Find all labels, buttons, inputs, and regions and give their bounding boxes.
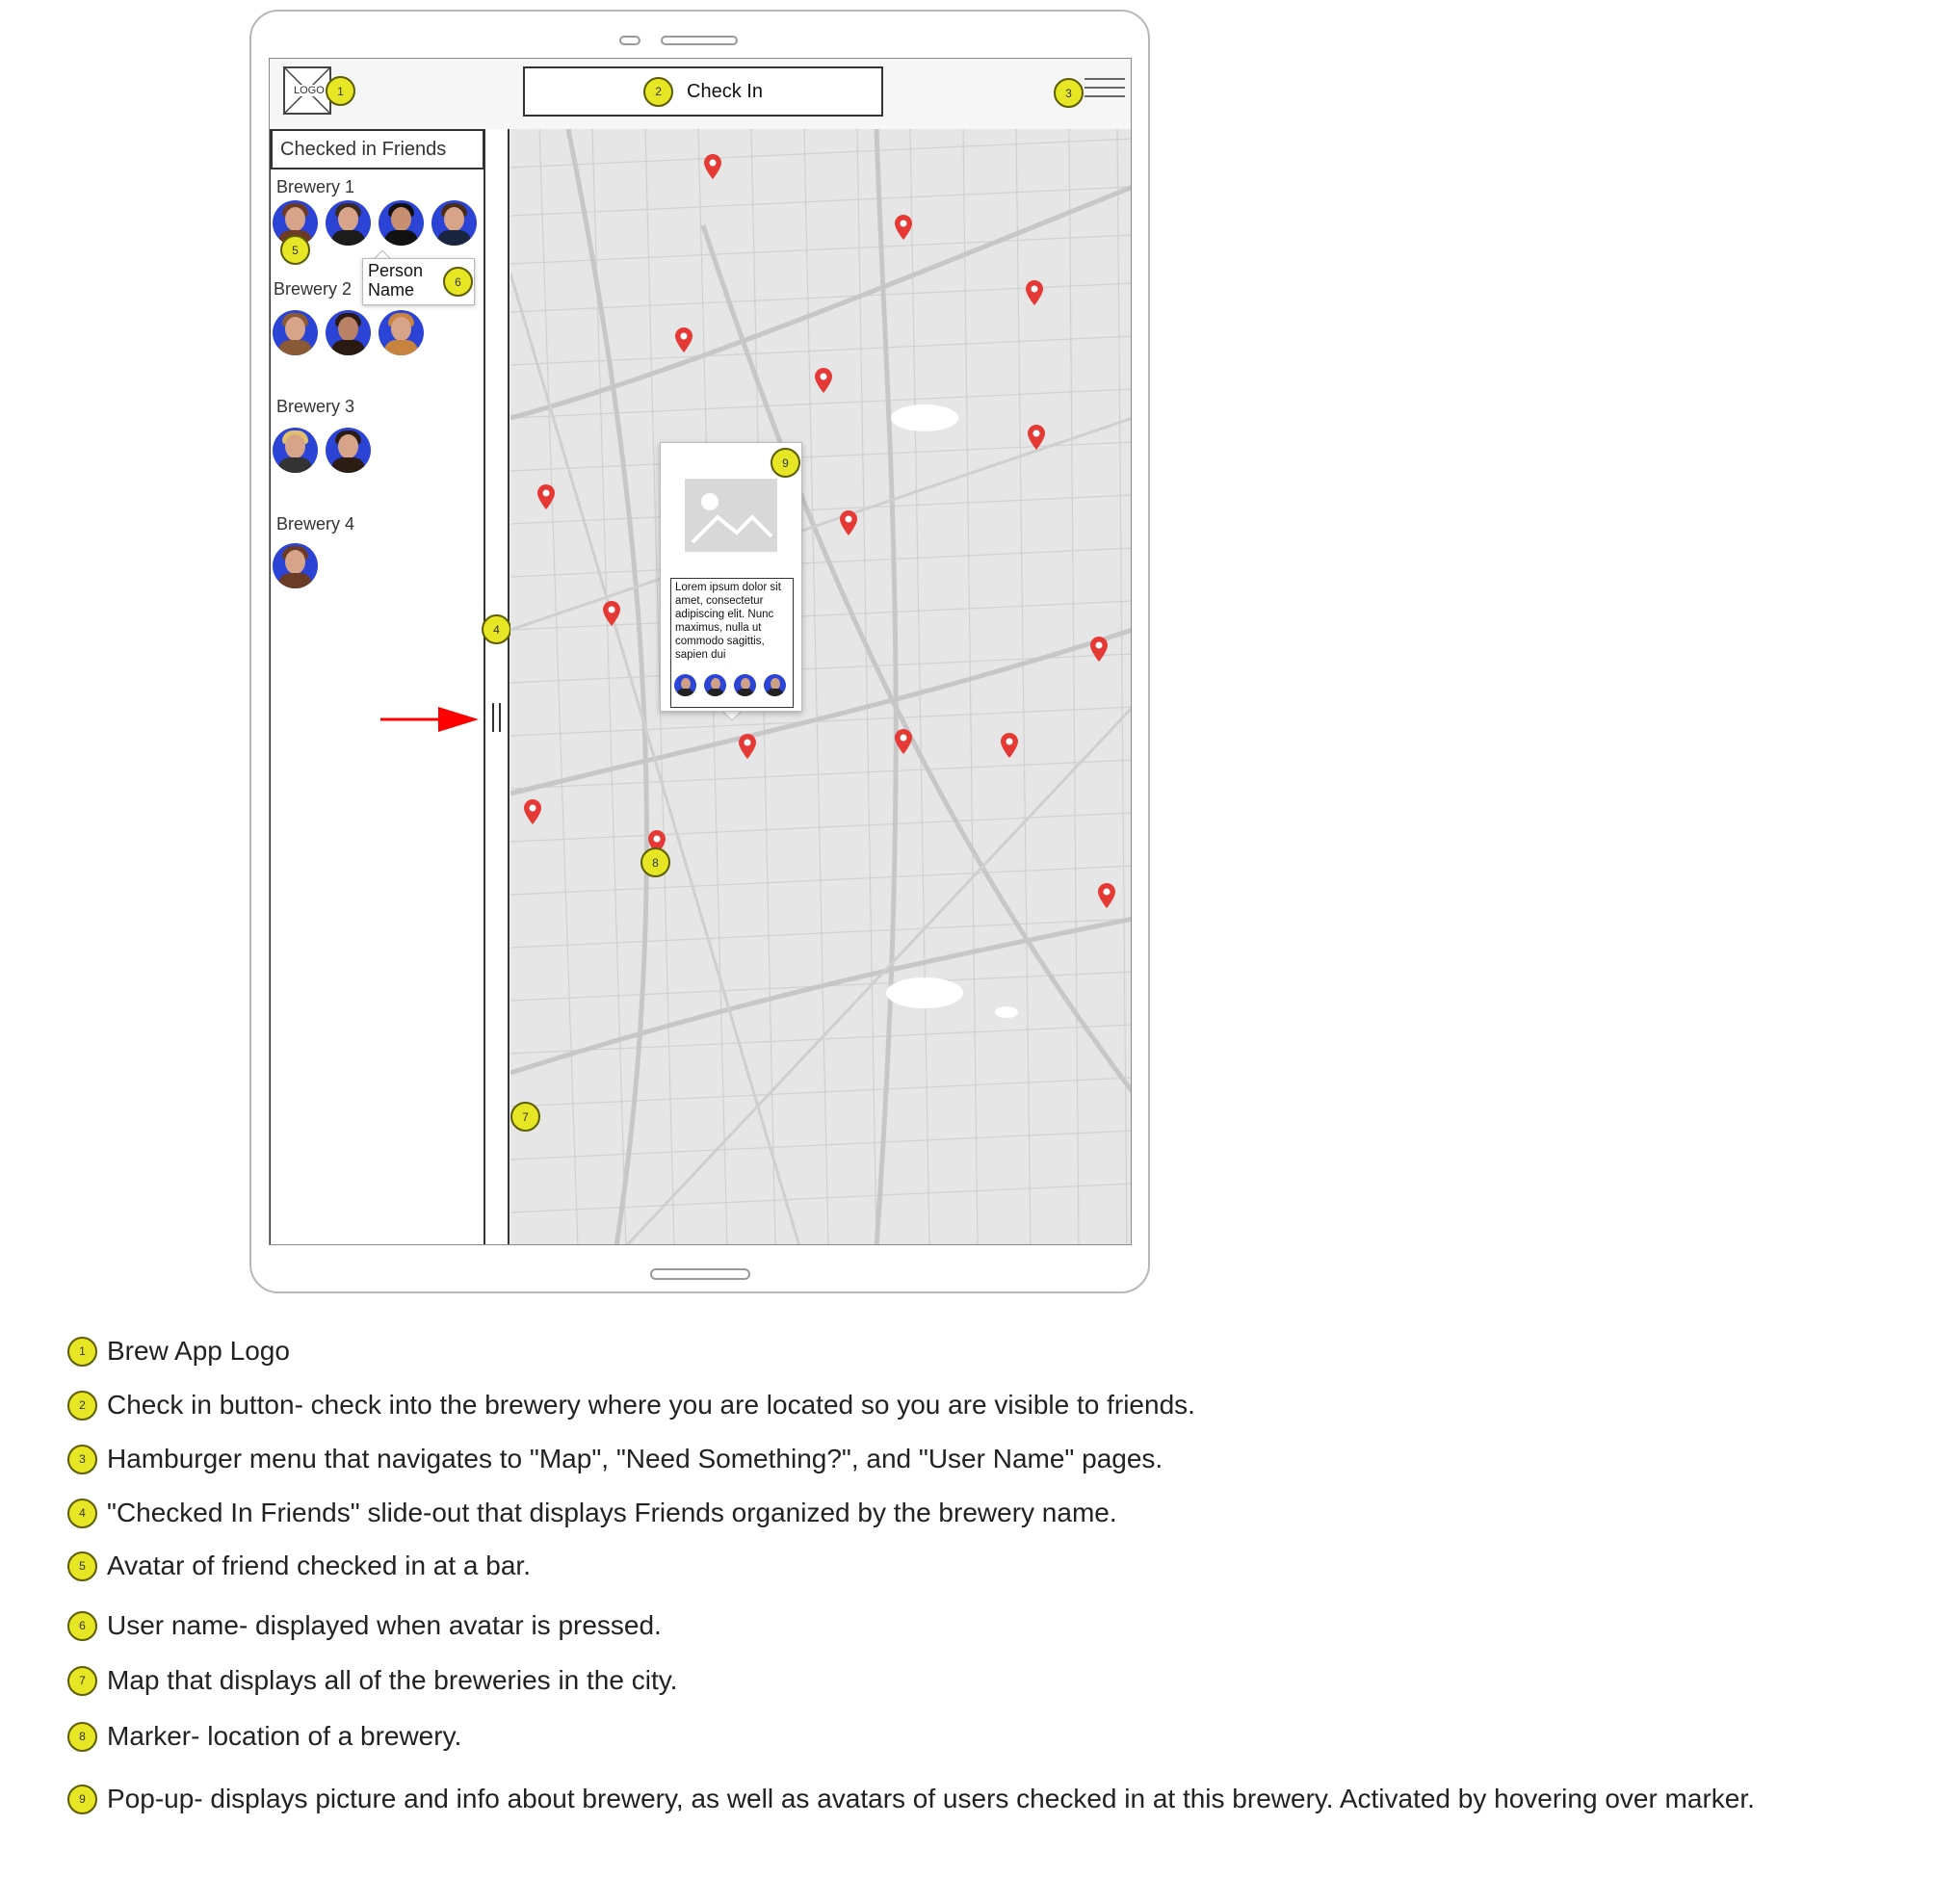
legend-badge: 3 — [67, 1444, 97, 1474]
map-marker-icon[interactable] — [1098, 883, 1115, 908]
brewery-info: Lorem ipsum dolor sit amet, consectetur … — [670, 578, 794, 708]
mini-avatar[interactable] — [764, 674, 786, 696]
brewery-label: Brewery 1 — [276, 177, 355, 196]
person-name-tooltip: Person Name 6 — [362, 258, 475, 305]
map-marker-icon[interactable] — [1090, 637, 1108, 662]
annotation-badge-6: 6 — [443, 267, 473, 297]
legend-text: Check in button- check into the brewery … — [107, 1390, 1195, 1420]
legend-text: Avatar of friend checked in at a bar. — [107, 1551, 531, 1580]
map-marker-icon[interactable] — [895, 729, 912, 754]
red-arrow-icon — [380, 707, 479, 732]
legend-item: 1 Brew App Logo — [67, 1334, 290, 1369]
friend-avatar[interactable] — [273, 310, 318, 355]
legend-text: Map that displays all of the breweries i… — [107, 1665, 678, 1695]
brewery-popup[interactable]: 9 Lorem ipsum dolor sit amet, consectetu… — [660, 442, 802, 712]
legend-item: 6 User name- displayed when avatar is pr… — [67, 1608, 662, 1643]
legend-text: User name- displayed when avatar is pres… — [107, 1610, 662, 1640]
friend-avatar[interactable] — [273, 543, 318, 588]
legend-item: 9 Pop-up- displays picture and info abou… — [67, 1782, 1755, 1816]
legend-badge: 5 — [67, 1551, 97, 1581]
map-marker-icon[interactable] — [840, 510, 857, 535]
legend-text: "Checked In Friends" slide-out that disp… — [107, 1498, 1117, 1527]
tooltip-name: Person Name — [368, 261, 424, 300]
map-marker-icon[interactable] — [537, 484, 555, 509]
legend-text: Pop-up- displays picture and info about … — [107, 1784, 1755, 1813]
camera-icon — [619, 36, 640, 45]
brewery-label: Brewery 3 — [276, 397, 355, 416]
brewery-label: Brewery 4 — [276, 514, 355, 534]
brewery-label: Brewery 2 — [274, 279, 353, 299]
mini-avatar[interactable] — [704, 674, 726, 696]
check-in-button[interactable]: 2 Check In — [523, 66, 883, 117]
legend-badge: 7 — [67, 1665, 97, 1696]
friend-avatar[interactable] — [379, 200, 424, 246]
legend-badge: 9 — [67, 1784, 97, 1814]
map-marker-icon[interactable] — [815, 368, 832, 393]
legend-item: 8 Marker- location of a brewery. — [67, 1719, 461, 1754]
friend-avatar[interactable] — [273, 428, 318, 473]
app-screen: LOGO 1 2 Check In 3 Checked in Friends B… — [269, 58, 1132, 1245]
friend-avatar[interactable] — [431, 200, 477, 246]
image-placeholder-icon — [685, 479, 777, 552]
app-header: LOGO 1 2 Check In 3 — [270, 59, 1131, 129]
friend-avatar[interactable] — [326, 200, 371, 246]
drawer-handle[interactable] — [485, 129, 510, 1244]
map-marker-icon[interactable] — [1028, 425, 1045, 450]
legend-text: Hamburger menu that navigates to "Map", … — [107, 1444, 1163, 1473]
friend-avatar[interactable] — [326, 428, 371, 473]
map-marker-icon[interactable] — [1026, 280, 1043, 305]
friend-avatar[interactable] — [326, 310, 371, 355]
map-marker-icon[interactable] — [603, 601, 620, 626]
annotation-badge-4: 4 — [482, 614, 511, 644]
checked-in-friends-panel: Checked in Friends Brewery 1 5 Person Na… — [270, 129, 485, 1244]
annotation-badge-1: 1 — [326, 76, 355, 106]
hamburger-icon[interactable] — [1085, 78, 1125, 101]
map-marker-icon[interactable] — [1001, 733, 1018, 758]
map-marker-icon[interactable] — [675, 327, 693, 352]
map-marker-icon[interactable] — [739, 734, 756, 759]
legend-item: 3 Hamburger menu that navigates to "Map"… — [67, 1442, 1163, 1476]
logo-text: LOGO — [293, 85, 326, 96]
brewery-info-text: Lorem ipsum dolor sit amet, consectetur … — [675, 582, 781, 661]
annotation-badge-7: 7 — [510, 1102, 540, 1132]
friend-avatar[interactable] — [379, 310, 424, 355]
drawer-grip-icon[interactable] — [492, 703, 501, 732]
legend-badge: 2 — [67, 1390, 97, 1421]
annotation-badge-9: 9 — [771, 448, 800, 478]
check-in-label: Check In — [687, 80, 763, 102]
sidebar-title: Checked in Friends — [271, 129, 484, 169]
brewery-map[interactable]: 8 7 9 Lorem ipsum dolor sit amet, consec… — [510, 129, 1131, 1244]
legend-badge: 1 — [67, 1336, 97, 1367]
annotation-badge-3: 3 — [1054, 78, 1084, 108]
speaker-icon — [661, 36, 738, 45]
annotation-badge-2: 2 — [643, 76, 674, 107]
annotation-badge-8: 8 — [640, 847, 670, 877]
home-bar[interactable] — [650, 1268, 750, 1280]
mini-avatar[interactable] — [734, 674, 756, 696]
legend-text: Marker- location of a brewery. — [107, 1721, 462, 1751]
logo-placeholder-icon[interactable]: LOGO — [283, 66, 331, 115]
legend-badge: 8 — [67, 1721, 97, 1752]
map-marker-icon[interactable] — [895, 215, 912, 240]
legend-item: 7 Map that displays all of the breweries… — [67, 1663, 677, 1698]
legend-item: 2 Check in button- check into the brewer… — [67, 1388, 1195, 1422]
map-marker-icon[interactable] — [704, 154, 721, 179]
legend-item: 4 "Checked In Friends" slide-out that di… — [67, 1496, 1117, 1530]
popup-avatars — [674, 674, 786, 696]
mini-avatar[interactable] — [674, 674, 696, 696]
legend-badge: 4 — [67, 1498, 97, 1528]
legend-text: Brew App Logo — [107, 1336, 290, 1366]
legend-badge: 6 — [67, 1610, 97, 1641]
annotation-badge-5: 5 — [280, 235, 310, 265]
map-marker-icon[interactable] — [524, 799, 541, 824]
legend-item: 5 Avatar of friend checked in at a bar. — [67, 1549, 531, 1583]
